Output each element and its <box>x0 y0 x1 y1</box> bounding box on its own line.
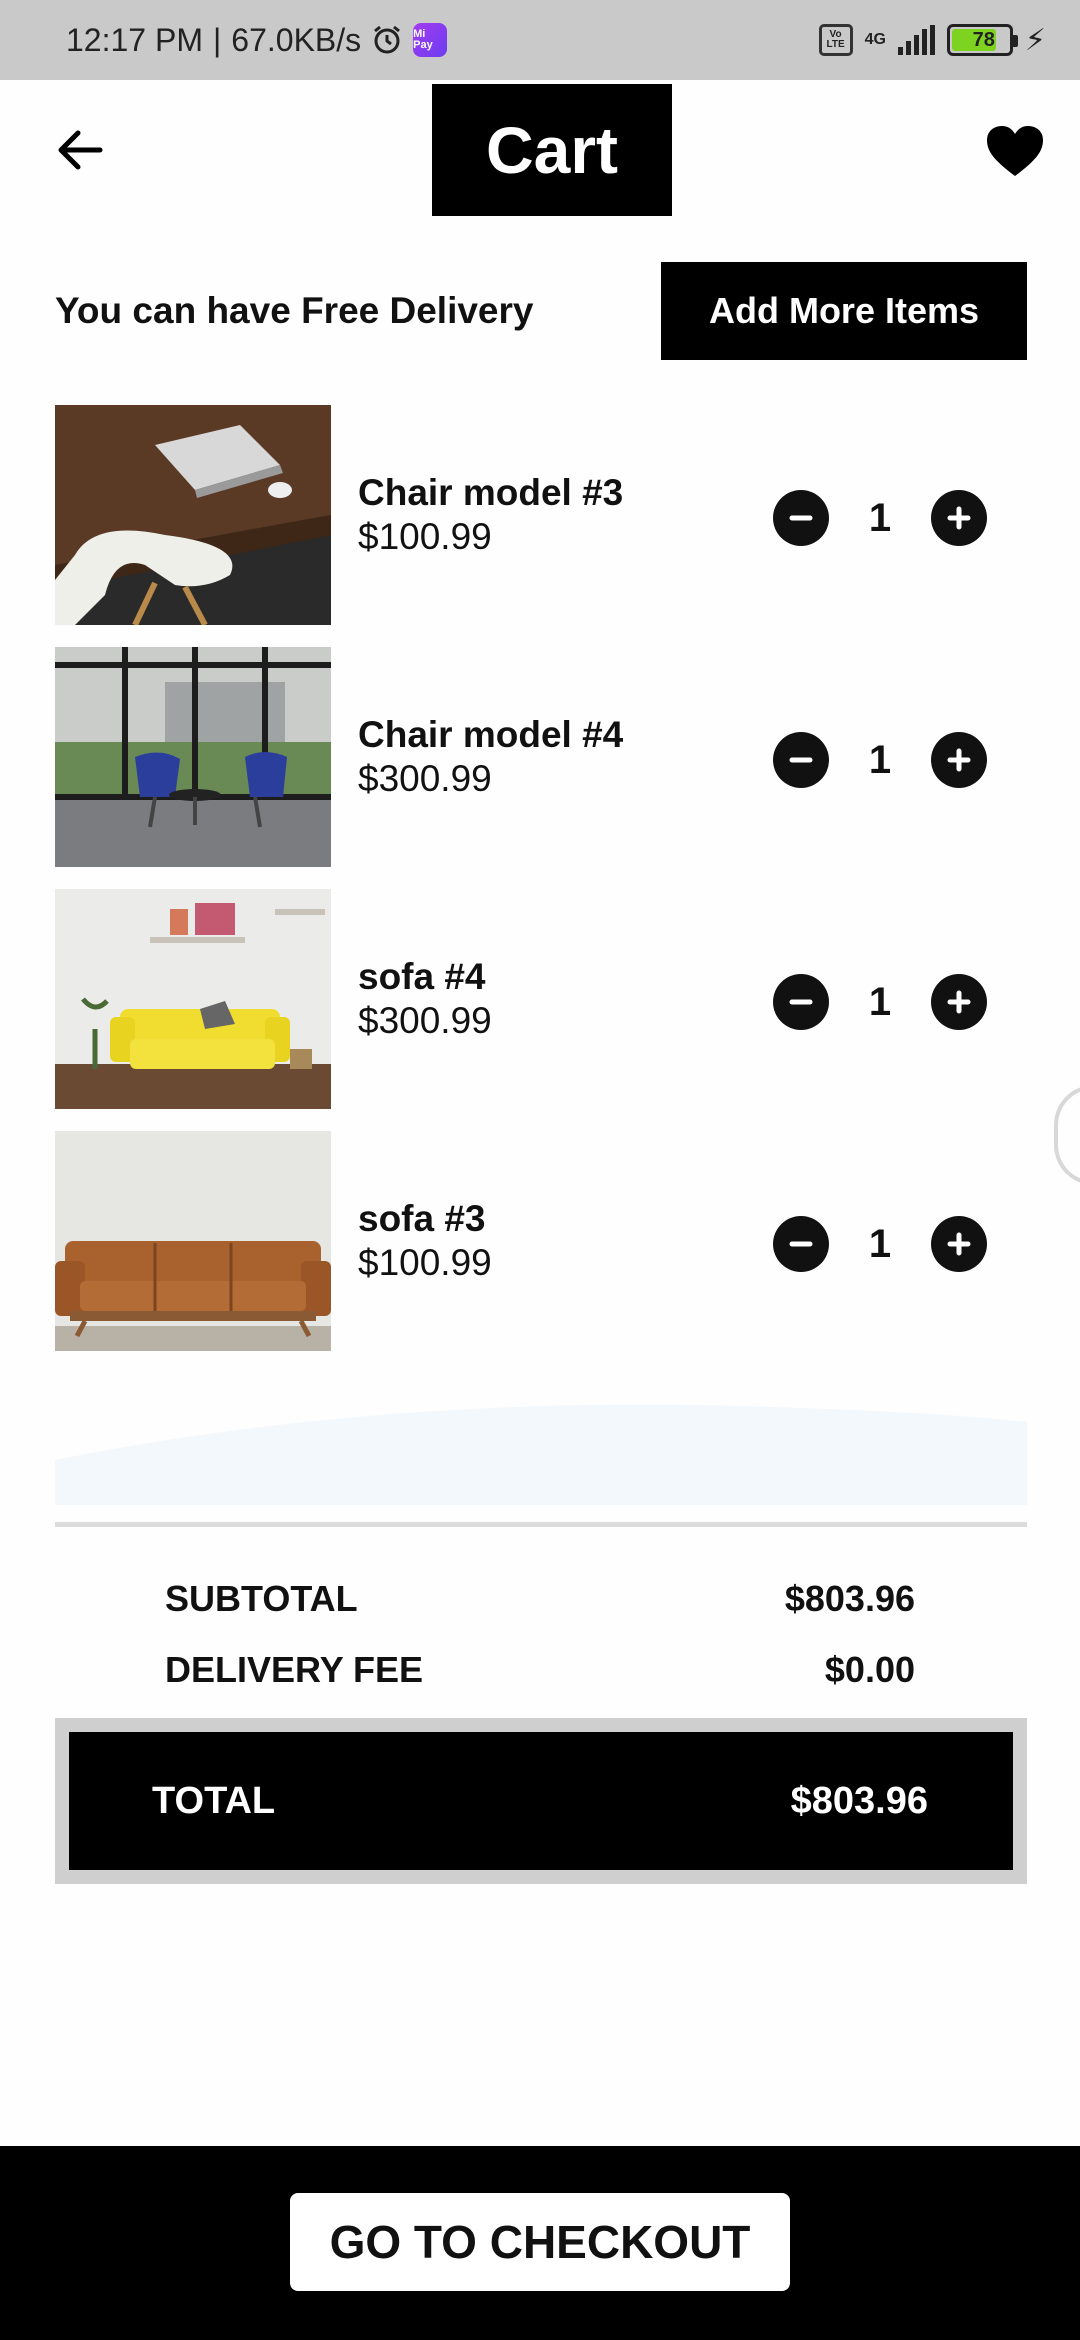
decrease-quantity-button[interactable] <box>773 732 829 788</box>
charging-icon: ⚡ <box>1024 23 1046 57</box>
quantity-value: 1 <box>868 1221 892 1266</box>
item-name: Chair model #3 <box>358 472 624 513</box>
plus-icon <box>947 748 971 772</box>
total-row: TOTAL $803.96 <box>69 1732 1013 1870</box>
increase-quantity-button[interactable] <box>931 1216 987 1272</box>
delivery-fee-value: $0.00 <box>824 1649 915 1690</box>
product-image-chair-4[interactable] <box>55 647 331 867</box>
quantity-stepper: 1 <box>773 732 987 788</box>
free-delivery-row: You can have Free Delivery Add More Item… <box>55 262 1027 360</box>
item-info: Chair model #4 $300.99 <box>358 713 623 801</box>
plus-icon <box>947 506 971 530</box>
quantity-value: 1 <box>868 495 892 540</box>
item-price: $300.99 <box>358 1000 492 1041</box>
decrease-quantity-button[interactable] <box>773 1216 829 1272</box>
product-image-sofa-3[interactable] <box>55 1131 331 1351</box>
cart-item: sofa #4 $300.99 1 <box>55 889 1027 1109</box>
total-label: TOTAL <box>152 1779 276 1822</box>
add-more-items-button[interactable]: Add More Items <box>661 262 1027 360</box>
item-info: sofa #4 $300.99 <box>358 955 492 1043</box>
delivery-fee-label: DELIVERY FEE <box>165 1649 424 1690</box>
item-name: sofa #3 <box>358 1198 486 1239</box>
battery-icon: 78 <box>946 24 1018 56</box>
cart-item: sofa #3 $100.99 1 <box>55 1131 1027 1351</box>
item-price: $100.99 <box>358 1242 492 1283</box>
subtotal-value: $803.96 <box>784 1578 915 1619</box>
plus-icon <box>947 990 971 1014</box>
total-value: $803.96 <box>790 1779 928 1822</box>
arrow-left-icon <box>58 130 103 170</box>
item-price: $300.99 <box>358 758 492 799</box>
cart-item: Chair model #3 $100.99 1 <box>55 405 1027 625</box>
mipay-icon: Mi Pay <box>413 23 448 57</box>
cart-items-list: Chair model #3 $100.99 1 Chair model #4 … <box>55 405 1027 1373</box>
free-delivery-message: You can have Free Delivery <box>55 290 534 331</box>
favorites-button[interactable] <box>980 116 1050 186</box>
status-time: 12:17 PM <box>66 21 203 58</box>
heart-icon <box>987 126 1043 176</box>
plus-icon <box>947 1232 971 1256</box>
minus-icon <box>789 999 813 1005</box>
quantity-stepper: 1 <box>773 490 987 546</box>
back-button[interactable] <box>50 120 110 180</box>
product-image-chair-3[interactable] <box>55 405 331 625</box>
item-info: sofa #3 $100.99 <box>358 1197 492 1285</box>
battery-level: 78 <box>951 28 996 51</box>
battery-percent: 78 <box>972 28 995 51</box>
volte-icon: Vo LTE <box>818 24 853 56</box>
delivery-fee-row: DELIVERY FEE $0.00 <box>165 1649 915 1691</box>
mipay-label: Mi Pay <box>413 28 433 51</box>
increase-quantity-button[interactable] <box>931 732 987 788</box>
page-title: Cart <box>432 84 672 216</box>
checkout-bar: GO TO CHECKOUT <box>0 2146 1080 2340</box>
decorative-wave <box>55 1404 1027 1505</box>
item-info: Chair model #3 $100.99 <box>358 471 623 559</box>
status-net-speed: 67.0KB/s <box>231 21 362 58</box>
increase-quantity-button[interactable] <box>931 490 987 546</box>
status-bar: 12:17 PM | 67.0KB/s Mi Pay Vo LTE 4G 78 … <box>0 0 1080 80</box>
decrease-quantity-button[interactable] <box>773 490 829 546</box>
quantity-value: 1 <box>868 979 892 1024</box>
product-image-sofa-4[interactable] <box>55 889 331 1109</box>
network-type: 4G <box>864 31 886 48</box>
increase-quantity-button[interactable] <box>931 974 987 1030</box>
item-price: $100.99 <box>358 516 492 557</box>
signal-icon <box>897 25 935 55</box>
minus-icon <box>789 515 813 521</box>
checkout-button[interactable]: GO TO CHECKOUT <box>290 2193 790 2291</box>
subtotal-label: SUBTOTAL <box>165 1578 358 1619</box>
quantity-value: 1 <box>868 737 892 782</box>
header: Cart <box>0 80 1080 220</box>
subtotal-row: SUBTOTAL $803.96 <box>165 1578 915 1620</box>
alarm-icon <box>374 25 401 54</box>
volte-bottom: LTE <box>826 39 845 50</box>
quantity-stepper: 1 <box>773 1216 987 1272</box>
item-name: Chair model #4 <box>358 714 624 755</box>
decrease-quantity-button[interactable] <box>773 974 829 1030</box>
cart-screen: 12:17 PM | 67.0KB/s Mi Pay Vo LTE 4G 78 … <box>0 0 1080 2340</box>
minus-icon <box>789 757 813 763</box>
minus-icon <box>789 1241 813 1247</box>
status-separator: | <box>212 21 222 58</box>
total-panel: TOTAL $803.96 <box>55 1718 1027 1884</box>
summary-divider <box>55 1522 1027 1527</box>
edge-swipe-handle[interactable] <box>1054 1085 1080 1185</box>
quantity-stepper: 1 <box>773 974 987 1030</box>
item-name: sofa #4 <box>358 956 486 997</box>
cart-item: Chair model #4 $300.99 1 <box>55 647 1027 867</box>
